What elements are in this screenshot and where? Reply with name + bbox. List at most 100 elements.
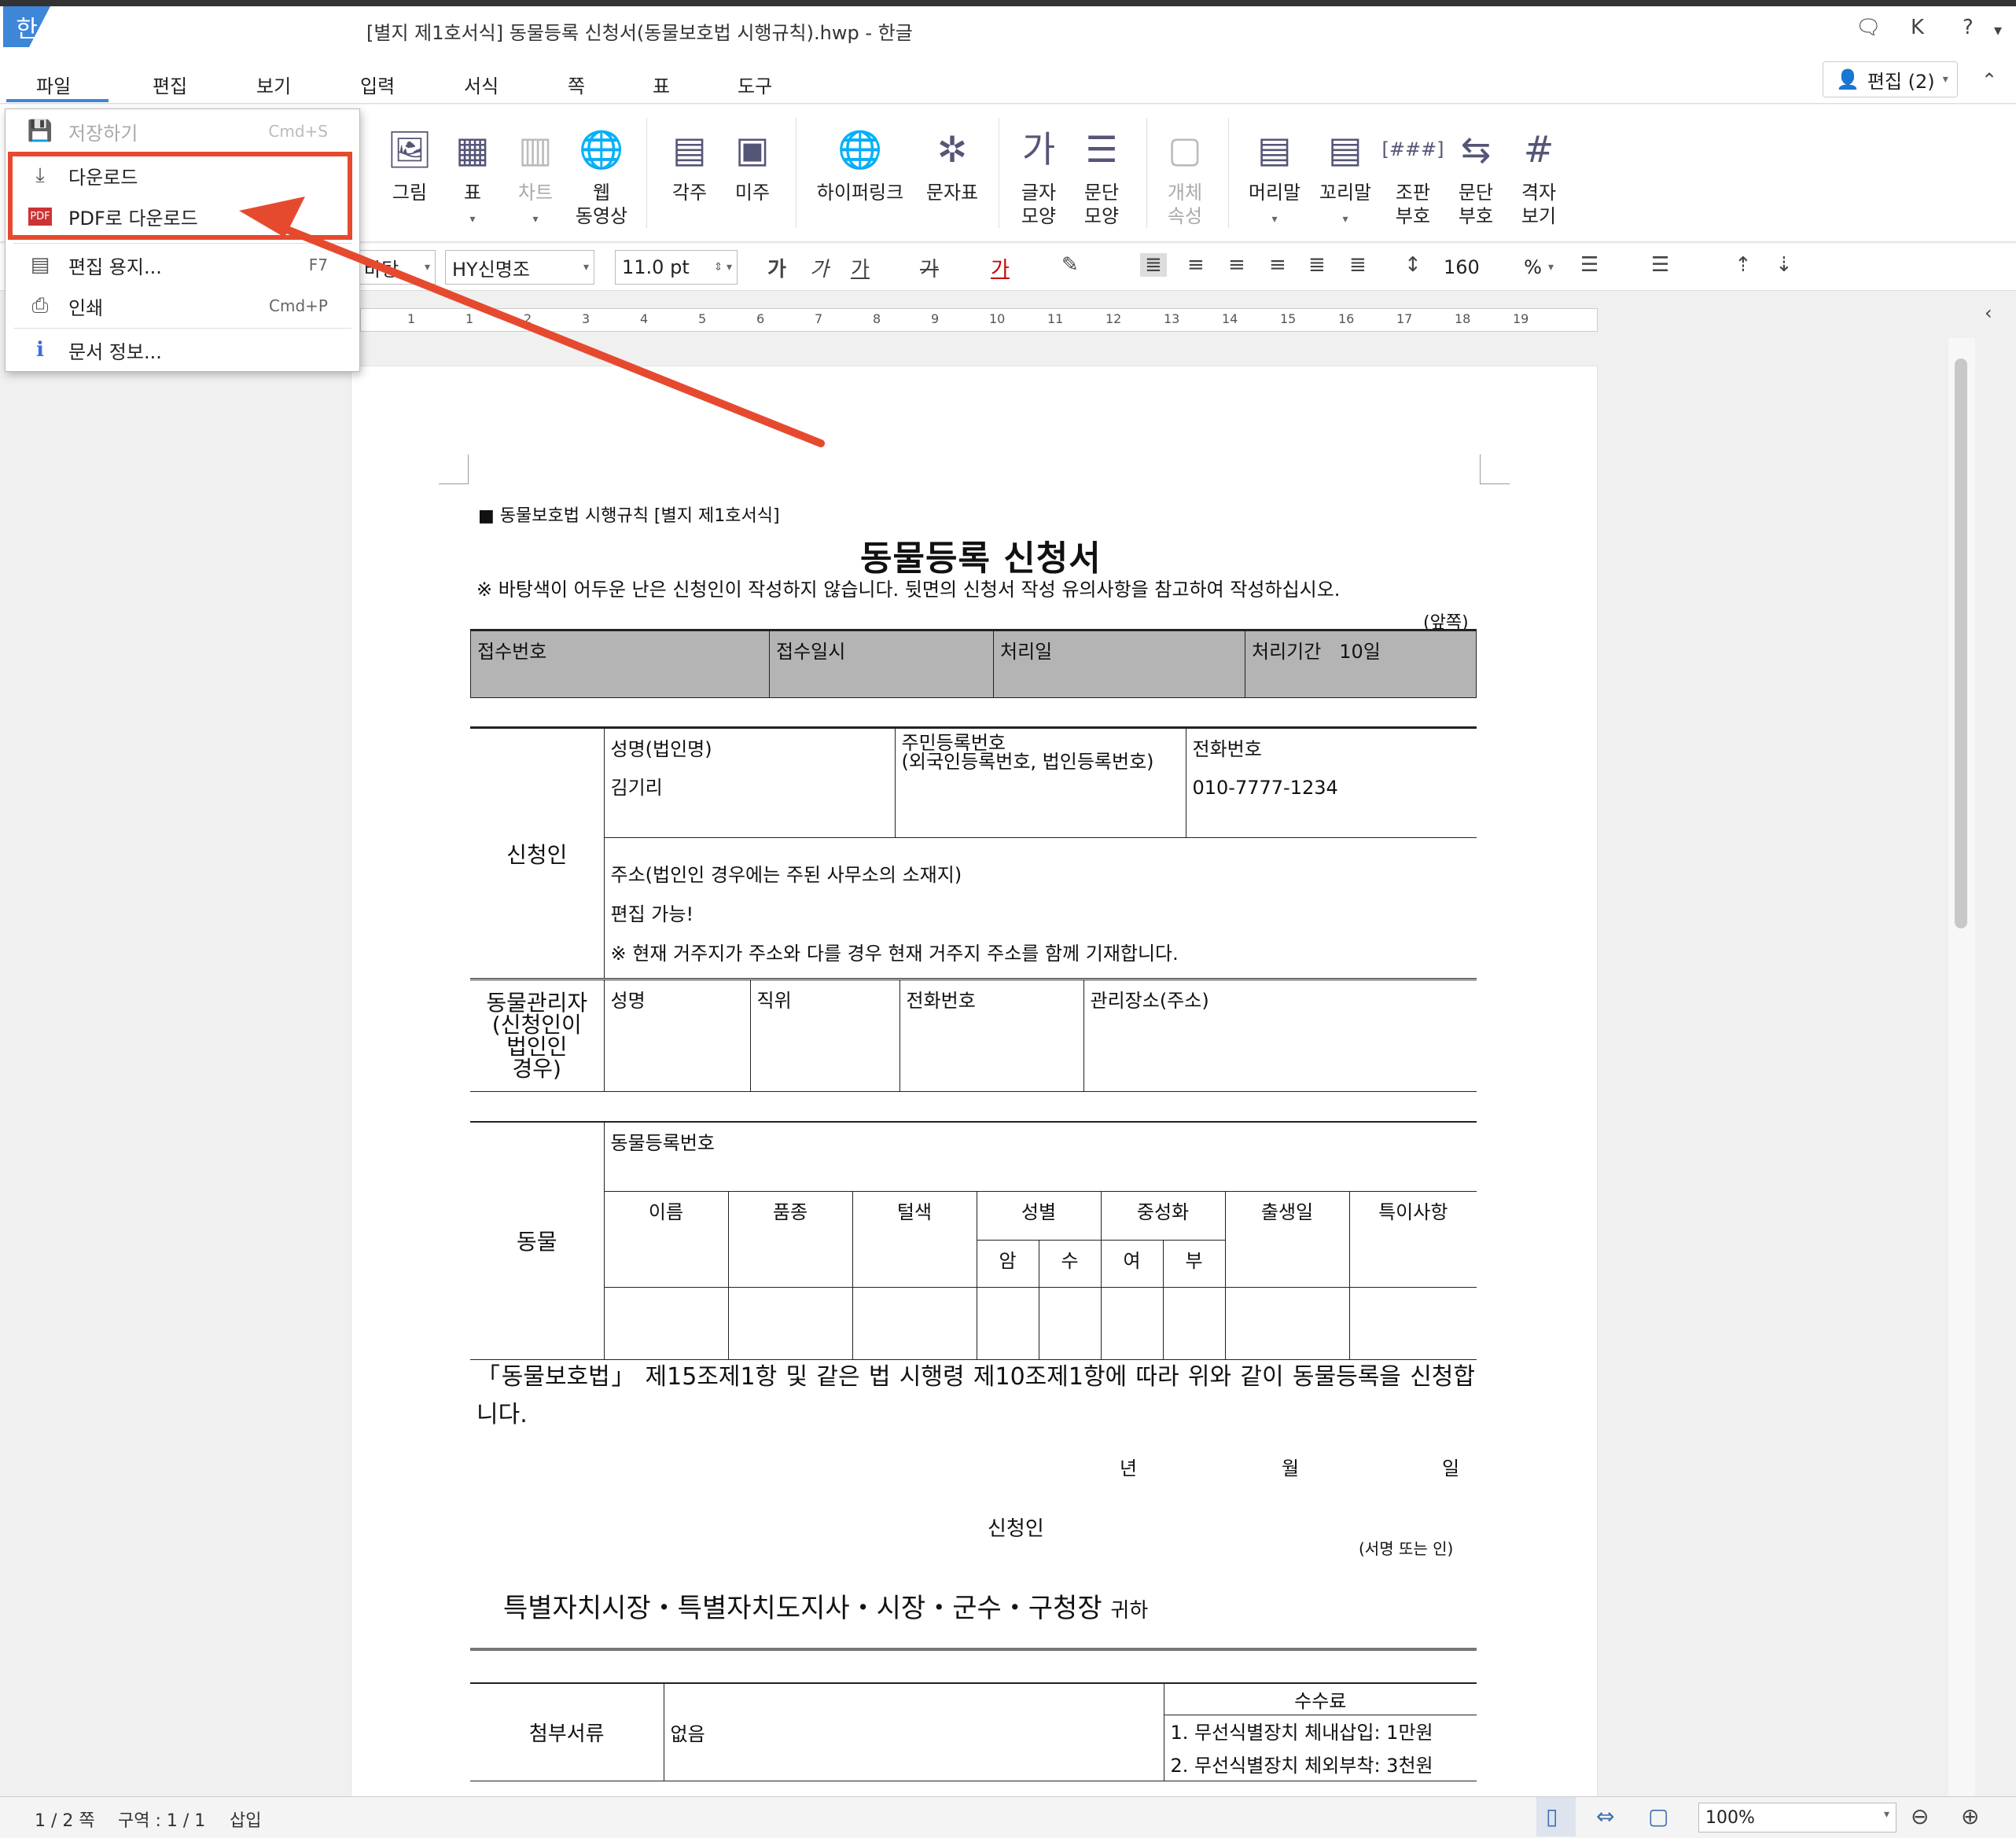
increase-spacing-icon[interactable]: ⇣ xyxy=(1775,253,1793,277)
date-year-label: 년 xyxy=(1120,1458,1138,1480)
bullet-list-icon[interactable]: ☰ xyxy=(1580,253,1598,277)
menu-view[interactable]: 보기 xyxy=(256,71,291,98)
processed-date-cell[interactable]: 처리일 xyxy=(993,630,1245,698)
applicant-table: 신청인 성명(법인명) 김기리 주민등록번호 (외국인등록번호, 법인등록번호) 전… xyxy=(470,726,1477,979)
zoom-in-icon[interactable]: ⊕ xyxy=(1961,1803,1979,1829)
italic-button[interactable]: 가 xyxy=(810,253,829,282)
ruler-number: 6 xyxy=(756,311,765,326)
applicant-name-cell[interactable]: 성명(법인명) 김기리 xyxy=(603,727,896,838)
animal-special-cell[interactable] xyxy=(1348,1286,1477,1360)
numbered-list-icon[interactable]: ☰ xyxy=(1651,253,1669,277)
center-align-icon[interactable]: ≡ xyxy=(1228,253,1245,277)
hyperlink-button[interactable]: 🌐 하이퍼링크 xyxy=(805,118,915,204)
animal-sex-header: 성별 xyxy=(976,1190,1102,1241)
fit-page-icon[interactable]: ▢ xyxy=(1648,1803,1668,1829)
applicant-address-cell[interactable]: 주소(법인인 경우에는 주된 사무소의 소재지) 편집 가능! ※ 현재 거주지… xyxy=(603,837,1477,979)
menu-item-page-setup[interactable]: ▤ 편집 용지... F7 xyxy=(6,244,359,285)
fee-line-2: 2. 무선식별장치 체외부착: 3천원 xyxy=(1163,1748,1477,1781)
zoom-select[interactable]: 100% ▾ xyxy=(1698,1803,1896,1832)
highlight-icon[interactable]: ✎ xyxy=(1061,253,1079,277)
menu-file[interactable]: 파일 xyxy=(36,71,71,98)
manager-name-cell[interactable]: 성명 xyxy=(603,980,751,1092)
form-header: ■ 동물보호법 시행규칙 [별지 제1호서식] xyxy=(478,506,780,526)
font-select[interactable]: HY신명조 ▾ xyxy=(445,250,594,285)
page-view-icon[interactable]: ▯ xyxy=(1546,1803,1558,1829)
page-indicator[interactable]: 1 / 2 쪽 xyxy=(35,1807,95,1832)
user-account-button[interactable]: K xyxy=(1911,16,1924,39)
manager-position-cell[interactable]: 직위 xyxy=(749,980,900,1092)
sign-note: (서명 또는 인) xyxy=(1359,1539,1454,1558)
style-select[interactable]: 바탕 ▾ xyxy=(357,250,436,285)
line-spacing-input[interactable]: 160% ▾ xyxy=(1437,250,1554,285)
file-dropdown-menu: 💾 저장하기 Cmd+S ⤓ 다운로드 PDF PDF로 다운로드 ▤ 편집 용… xyxy=(5,108,360,372)
sex-female-header: 수 xyxy=(1038,1239,1102,1288)
font-color-button[interactable]: 가 xyxy=(991,253,1010,282)
animal-breed-cell[interactable] xyxy=(727,1286,853,1360)
applicant-section-label: 신청인 xyxy=(470,727,605,979)
menu-item-doc-info[interactable]: ℹ 문서 정보... xyxy=(6,329,359,370)
edit-mode-button[interactable]: 👤 편집 (2) ▾ xyxy=(1823,61,1958,97)
menu-insert[interactable]: 입력 xyxy=(360,71,395,98)
ruler-number: 19 xyxy=(1513,311,1529,326)
animal-color-cell[interactable] xyxy=(852,1286,977,1360)
fit-width-icon[interactable]: ⇔ xyxy=(1596,1803,1614,1829)
menu-format[interactable]: 서식 xyxy=(464,71,498,98)
animal-breed-header: 품종 xyxy=(727,1190,853,1288)
zoom-out-icon[interactable]: ⊖ xyxy=(1911,1803,1929,1829)
ruler-number: 15 xyxy=(1280,311,1297,326)
insert-web-video-button[interactable]: 🌐 웹 동영상 xyxy=(558,118,645,228)
symbol-button[interactable]: ✲ 문자표 xyxy=(909,118,995,204)
menu-page[interactable]: 쪽 xyxy=(568,71,585,98)
justify-align-icon[interactable]: ≣ xyxy=(1140,253,1167,277)
animal-name-cell[interactable] xyxy=(603,1286,729,1360)
receipt-date-cell[interactable]: 접수일시 xyxy=(769,630,994,698)
manager-phone-cell[interactable]: 전화번호 xyxy=(899,980,1084,1092)
neuter-no-cell[interactable] xyxy=(1162,1286,1226,1360)
strikethrough-button[interactable]: 가 xyxy=(920,253,939,282)
divide-align-icon[interactable]: ≣ xyxy=(1349,253,1367,277)
applicant-sign-label: 신청인 xyxy=(988,1517,1044,1541)
applicant-rrn-cell[interactable]: 주민등록번호 (외국인등록번호, 법인등록번호) xyxy=(894,727,1186,838)
decrease-spacing-icon[interactable]: ⇡ xyxy=(1735,253,1752,277)
chevron-down-icon[interactable]: ▾ xyxy=(1994,20,2002,39)
insert-mode-indicator[interactable]: 삽입 xyxy=(230,1807,261,1832)
sex-female-cell[interactable] xyxy=(1038,1286,1102,1360)
manager-place-cell[interactable]: 관리장소(주소) xyxy=(1083,980,1477,1092)
menu-edit[interactable]: 편집 xyxy=(153,71,187,98)
date-day-label: 일 xyxy=(1442,1458,1460,1480)
receipt-number-cell[interactable]: 접수번호 xyxy=(470,630,770,698)
font-size-stepper[interactable]: 11.0 pt ⇕ ▾ xyxy=(615,250,738,285)
info-icon: ℹ xyxy=(36,338,44,362)
neuter-yes-cell[interactable] xyxy=(1100,1286,1164,1360)
ruler-number: 3 xyxy=(582,311,590,326)
neuter-no-header: 부 xyxy=(1162,1239,1226,1288)
ruler-number: 10 xyxy=(989,311,1006,326)
right-align-icon[interactable]: ≡ xyxy=(1269,253,1286,277)
menu-table[interactable]: 표 xyxy=(653,71,670,98)
processing-period-cell[interactable]: 처리기간 10일 xyxy=(1245,630,1477,698)
print-icon: ⎙ xyxy=(31,293,49,318)
left-align-icon[interactable]: ≡ xyxy=(1187,253,1205,277)
grid-view-button[interactable]: # 격자 보기 xyxy=(1495,118,1582,228)
attachments-value-cell[interactable]: 없음 xyxy=(663,1682,1164,1781)
menu-tools[interactable]: 도구 xyxy=(738,71,772,98)
help-icon[interactable]: ? xyxy=(1963,16,1974,39)
applicant-phone-cell[interactable]: 전화번호 010-7777-1234 xyxy=(1185,727,1477,838)
distribute-align-icon[interactable]: ≣ xyxy=(1308,253,1326,277)
para-shape-button[interactable]: ☰ 문단 모양 xyxy=(1058,118,1145,228)
sex-male-cell[interactable] xyxy=(976,1286,1039,1360)
ribbon-separator xyxy=(1228,118,1229,228)
underline-button[interactable]: 가 xyxy=(851,253,870,282)
collapse-ribbon-icon[interactable]: ⌃ xyxy=(1981,69,1997,91)
menu-item-save[interactable]: 💾 저장하기 Cmd+S xyxy=(6,111,359,152)
neuter-yes-header: 여 xyxy=(1100,1239,1164,1288)
endnote-button[interactable]: ▣ 미주 xyxy=(709,118,796,204)
sidebar-toggle-icon[interactable]: ‹ xyxy=(1985,302,1992,324)
scrollbar-thumb[interactable] xyxy=(1955,358,1967,928)
animal-birth-cell[interactable] xyxy=(1224,1286,1350,1360)
bold-button[interactable]: 가 xyxy=(767,253,786,282)
animal-reg-number-cell[interactable]: 동물등록번호 xyxy=(603,1121,1477,1192)
comment-icon[interactable]: 🗨 xyxy=(1856,16,1882,39)
menu-item-print[interactable]: ⎙ 인쇄 Cmd+P xyxy=(6,285,359,326)
object-properties-button[interactable]: ▢ 개체 속성 xyxy=(1142,118,1228,228)
